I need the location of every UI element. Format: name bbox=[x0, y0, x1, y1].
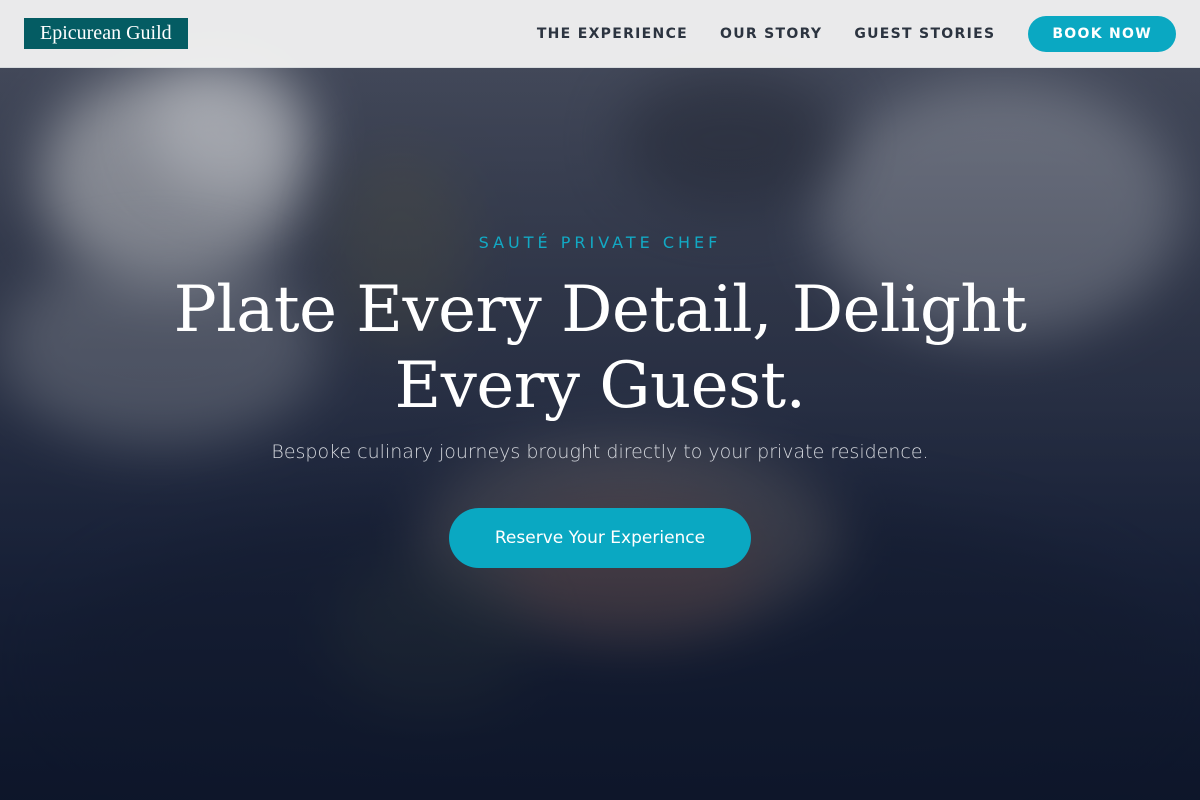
hero-subtitle: Bespoke culinary journeys brought direct… bbox=[271, 441, 929, 463]
hero-eyebrow: SAUTÉ PRIVATE CHEF bbox=[478, 233, 722, 252]
hero-section: SAUTÉ PRIVATE CHEF Plate Every Detail, D… bbox=[0, 0, 1200, 800]
reserve-experience-button[interactable]: Reserve Your Experience bbox=[449, 508, 751, 568]
hero-headline: Plate Every Detail, Delight Every Guest. bbox=[173, 273, 1027, 423]
